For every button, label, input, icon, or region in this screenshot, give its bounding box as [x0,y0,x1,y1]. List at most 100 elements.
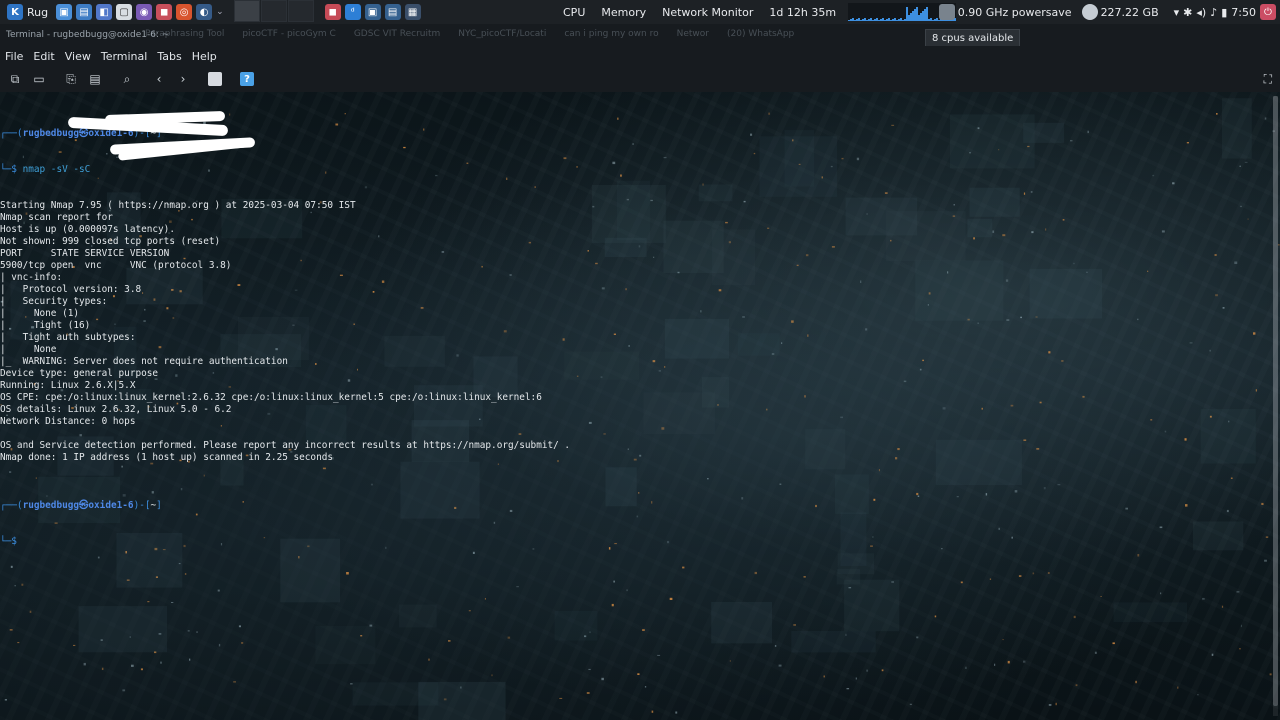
menu-terminal[interactable]: Terminal [96,50,153,63]
prompt-dollar: └─$ [0,536,23,547]
text-editor-launcher-icon[interactable]: ▢ [116,4,133,20]
network-monitor[interactable]: Network Monitor [654,6,761,19]
workspace-3[interactable] [287,0,314,22]
city-light [1177,686,1179,689]
city-light [187,630,190,632]
city-light [184,573,187,575]
media-launcher-icon[interactable]: ◼ [156,4,173,20]
menu-file[interactable]: File [0,50,28,63]
city-light [241,642,244,644]
city-light [1202,598,1205,600]
city-block [844,579,900,632]
launcher-chevron-down-icon[interactable]: ⌄ [216,7,224,17]
ghost-tab: GDSC VIT Recruitm [353,29,441,39]
back-icon[interactable]: ‹ [147,68,171,90]
workspace-2[interactable] [260,0,287,22]
city-light [1277,244,1280,246]
fullscreen-icon[interactable]: ⛶ [1264,72,1272,87]
new-window-icon[interactable]: ▭ [27,68,51,90]
help-icon[interactable]: ? [235,68,259,90]
wireshark-launcher-icon[interactable]: ◐ [196,4,213,20]
city-light [217,589,220,592]
city-light [642,629,645,631]
city-light [21,583,24,586]
city-light [1047,572,1050,574]
clock[interactable]: 7:50 [1231,6,1256,19]
output-line: 5900/tcp open vnc VNC (protocol 3.8) [0,260,232,271]
city-block [399,604,437,628]
city-light [350,683,353,685]
city-light [160,661,162,664]
menu-edit[interactable]: Edit [28,50,59,63]
top-panel: K Rug ▣ ▤ ◧ ▢ ◉ ◼ ◎ ◐ ⌄ ◼ ᵈ ▣ ▤ ▦ CPU Me… [0,0,1280,24]
nmap-output: Starting Nmap 7.95 ( https://nmap.org ) … [0,200,1270,476]
city-light [14,585,16,587]
cpu-frequency[interactable]: 0.90 GHz powersave [936,4,1075,20]
app-menu-button[interactable]: K Rug [3,1,52,23]
bluetooth-icon[interactable]: ✱ [1183,6,1192,19]
memory-monitor[interactable]: Memory [593,6,654,19]
window-terminal-active-icon[interactable]: ▦ [404,4,421,20]
cpu-chip-icon [938,4,955,20]
city-light [1075,684,1078,687]
menu-help[interactable]: Help [187,50,222,63]
city-light [989,578,992,580]
city-light [778,664,782,667]
workspace-switcher [233,0,315,24]
city-light [774,645,777,647]
files-launcher-icon[interactable]: ▣ [56,4,73,20]
power-menu-icon[interactable]: ⏻ [1260,4,1276,20]
output-line: Host is up (0.000097s latency). [0,224,175,235]
search-icon[interactable]: ⌕ [115,68,139,90]
wifi-icon[interactable]: ▾ [1174,6,1180,19]
city-light [140,668,143,671]
terminal-launcher-icon[interactable]: ▤ [76,4,93,20]
paste-icon[interactable]: ▤ [83,68,107,90]
browser-launcher-icon[interactable]: ◧ [96,4,113,20]
window-media-icon[interactable]: ◼ [324,4,341,20]
city-light [669,597,673,600]
forward-icon[interactable]: › [171,68,195,90]
output-line: OS CPE: cpe:/o:linux:linux_kernel:2.6.32… [0,392,542,403]
city-light [657,654,661,656]
discord-launcher-icon[interactable]: ◉ [136,4,153,20]
cpu-monitor[interactable]: CPU [555,6,593,19]
nmap-command: nmap -sV -sC [22,164,91,175]
city-light [682,566,685,569]
city-light [994,663,996,666]
copy-icon[interactable]: ⎘ [59,68,83,90]
window-titlebar[interactable]: Terminal - rugbedbugg@oxide1-6: ~ Paraph… [0,24,1280,46]
disk-usage-label: 227.22 GB [1100,5,1159,19]
city-block [1113,602,1187,623]
battery-icon[interactable]: ▮ [1221,6,1227,19]
window-files-icon[interactable]: ▣ [364,4,381,20]
volume-icon[interactable]: ◂) [1196,6,1206,19]
city-light [346,572,349,575]
terminal-output[interactable]: ┌──(rugbedbugg㉿oxide1-6)-[~] └─$ nmap -s… [0,104,1270,560]
city-light [516,586,519,588]
city-light [559,697,563,699]
new-tab-icon[interactable]: ⧉ [3,68,27,90]
chrome-launcher-icon[interactable]: ◎ [176,4,193,20]
menu-tabs[interactable]: Tabs [152,50,186,63]
window-discord-icon[interactable]: ᵈ [344,4,361,20]
city-light [1197,694,1199,696]
settings-icon[interactable] [203,68,227,90]
notifications-bell-icon[interactable]: ♪ [1210,6,1217,19]
terminal-scrollbar-thumb[interactable] [1273,96,1278,706]
city-light [916,636,919,639]
city-light [613,580,615,583]
city-light [644,686,647,688]
workspace-1[interactable] [233,0,260,22]
city-light [934,615,937,618]
disk-usage[interactable]: 227.22 GB [1079,4,1162,20]
city-light [651,710,654,713]
city-block [78,606,167,653]
city-light [1160,592,1162,595]
menu-view[interactable]: View [60,50,96,63]
window-terminal-icon[interactable]: ▤ [384,4,401,20]
output-line: PORT STATE SERVICE VERSION [0,248,170,259]
city-light [611,603,614,607]
city-block [352,682,439,706]
